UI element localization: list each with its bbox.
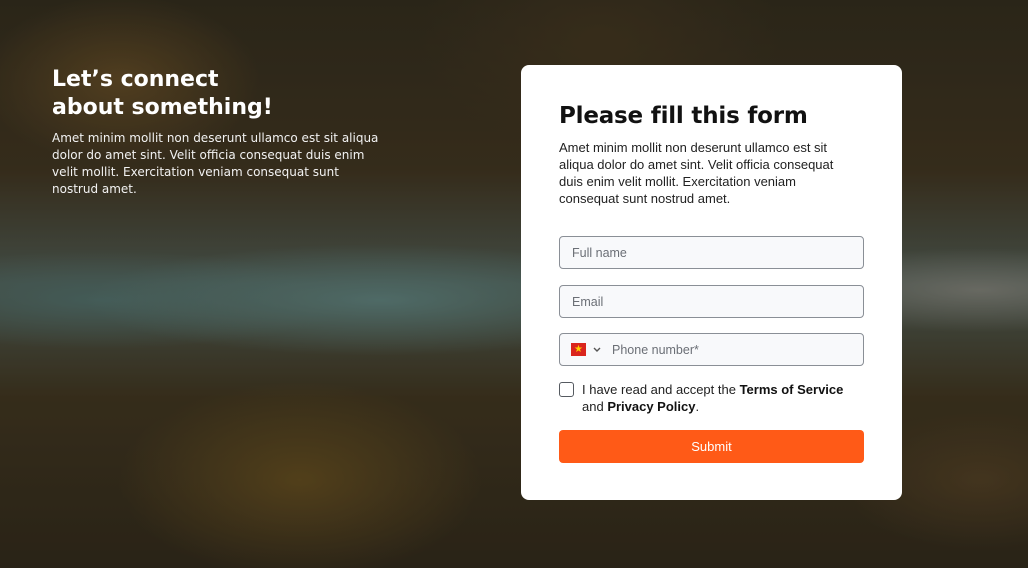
phone-input[interactable] bbox=[612, 342, 851, 357]
form-title: Please fill this form bbox=[559, 103, 808, 129]
hero-text: Amet minim mollit non deserunt ullamco e… bbox=[52, 131, 379, 196]
form-card: Please fill this form Amet minim mollit … bbox=[521, 65, 902, 500]
terms-row: I have read and accept the Terms of Serv… bbox=[559, 381, 864, 415]
full-name-input[interactable] bbox=[572, 245, 851, 260]
phone-field[interactable]: ★ bbox=[559, 333, 864, 366]
privacy-policy-link[interactable]: Privacy Policy bbox=[607, 399, 695, 414]
form-description: Amet minim mollit non deserunt ullamco e… bbox=[559, 140, 834, 206]
terms-suffix: . bbox=[695, 399, 700, 414]
terms-middle: and bbox=[582, 399, 608, 414]
terms-prefix: I have read and accept the bbox=[582, 382, 740, 397]
terms-checkbox[interactable] bbox=[559, 382, 574, 397]
terms-text: I have read and accept the Terms of Serv… bbox=[582, 381, 864, 415]
full-name-field[interactable] bbox=[559, 236, 864, 269]
submit-button[interactable]: Submit bbox=[559, 430, 864, 463]
chevron-down-icon[interactable] bbox=[592, 345, 602, 355]
email-field[interactable] bbox=[559, 285, 864, 318]
hero-section: Let’s connect about something! Amet mini… bbox=[52, 66, 382, 198]
email-input[interactable] bbox=[572, 294, 851, 309]
vietnam-flag-icon[interactable]: ★ bbox=[571, 343, 586, 356]
terms-of-service-link[interactable]: Terms of Service bbox=[740, 382, 844, 397]
hero-title: Let’s connect about something! bbox=[52, 67, 273, 120]
